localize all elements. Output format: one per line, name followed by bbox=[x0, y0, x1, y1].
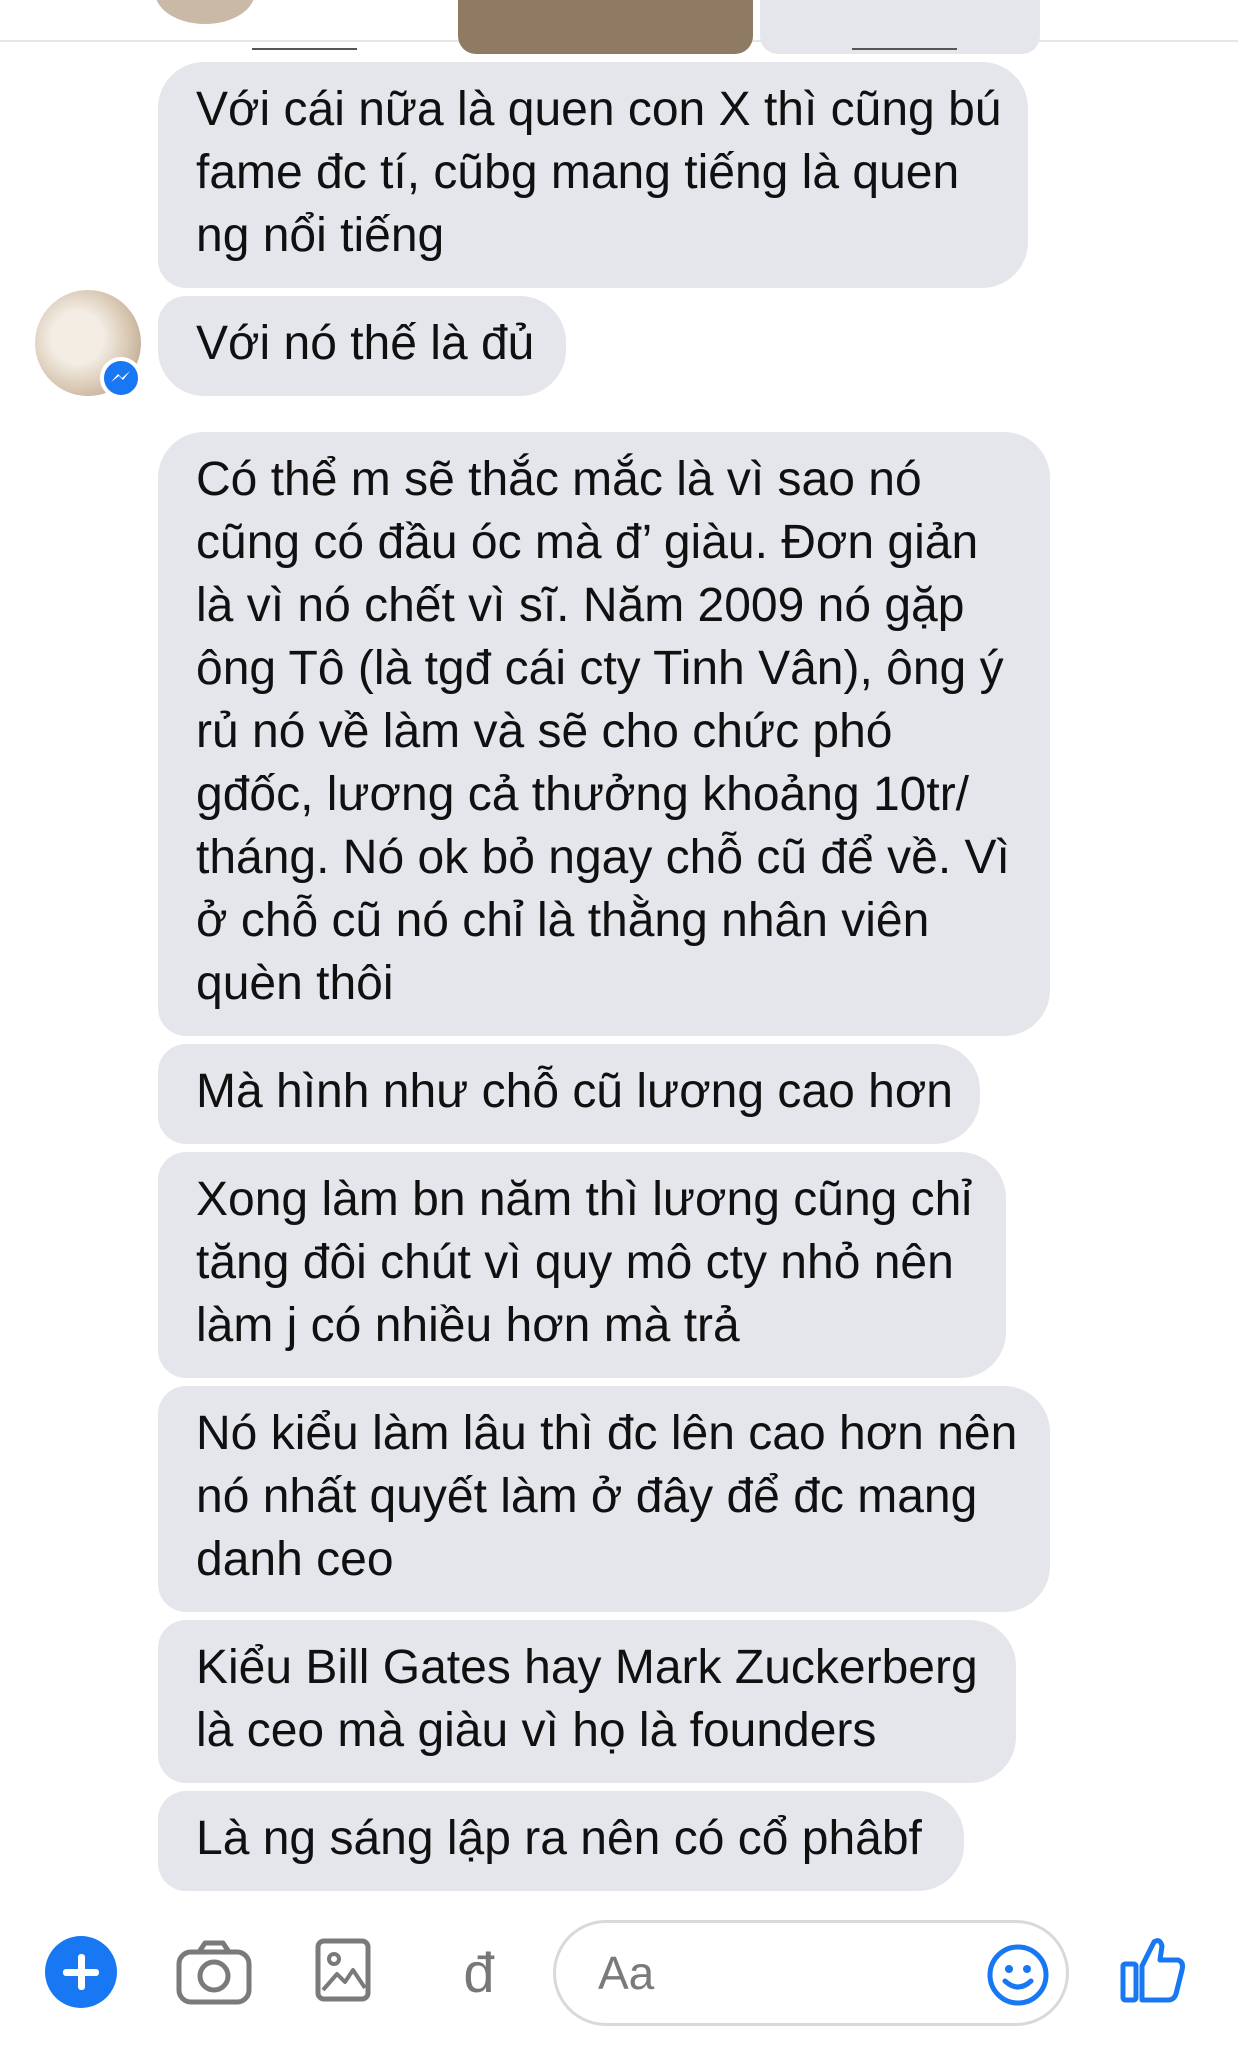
message-bubble[interactable]: Có thể m sẽ thắc mắc là vì sao nó cũng c… bbox=[158, 432, 1050, 1036]
message-bubble[interactable]: Với nó thế là đủ bbox=[158, 296, 566, 396]
message-line: Nó kiểu làm lâu thì đc lên cao hơn nên bbox=[196, 1407, 1018, 1460]
message-line: làm j có nhiều hơn mà trả bbox=[196, 1299, 740, 1352]
message-line: Với nó thế là đủ bbox=[196, 317, 535, 370]
message-bubble[interactable]: Là ng sáng lập ra nên có cổ phâbf bbox=[158, 1791, 964, 1891]
message-line: nó nhất quyết làm ở đây để đc mang bbox=[196, 1470, 978, 1523]
divider bbox=[252, 48, 357, 50]
gallery-icon[interactable] bbox=[315, 1938, 371, 2002]
message-line: tăng đôi chút vì quy mô cty nhỏ nên bbox=[196, 1236, 954, 1289]
message-line: quèn thôi bbox=[196, 957, 394, 1010]
input-placeholder: Aa bbox=[598, 1947, 655, 1999]
message-line: Kiểu Bill Gates hay Mark Zuckerberg bbox=[196, 1641, 978, 1694]
message-line: ở chỗ cũ nó chỉ là thằng nhân viên bbox=[196, 894, 930, 947]
message-bubble[interactable]: Xong làm bn năm thì lương cũng chỉ tăng … bbox=[158, 1152, 1006, 1378]
message-line: ông Tô (là tgđ cái cty Tinh Vân), ông ý bbox=[196, 642, 1004, 695]
message-bubble[interactable]: Kiểu Bill Gates hay Mark Zuckerberg là c… bbox=[158, 1620, 1016, 1783]
message-line: tháng. Nó ok bỏ ngay chỗ cũ để về. Vì bbox=[196, 831, 1010, 884]
emoji-icon[interactable] bbox=[986, 1943, 1050, 2007]
message-line: cũng có đầu óc mà đ’ giàu. Đơn giản bbox=[196, 516, 979, 569]
message-bubble[interactable]: Với cái nữa là quen con X thì cũng bú fa… bbox=[158, 62, 1028, 288]
message-input[interactable]: Aa bbox=[553, 1920, 1069, 2026]
message-line: fame đc tí, cũbg mang tiếng là quen bbox=[196, 146, 960, 199]
message-line: Với cái nữa là quen con X thì cũng bú bbox=[196, 83, 1002, 136]
divider bbox=[852, 48, 957, 50]
message-bubble[interactable]: Nó kiểu làm lâu thì đc lên cao hơn nên n… bbox=[158, 1386, 1050, 1612]
message-line: Mà hình như chỗ cũ lương cao hơn bbox=[196, 1065, 953, 1118]
message-line: danh ceo bbox=[196, 1533, 394, 1586]
plus-icon[interactable] bbox=[45, 1936, 117, 2008]
dd-key-icon[interactable]: đ bbox=[454, 1936, 504, 2010]
message-bubble[interactable]: Mà hình như chỗ cũ lương cao hơn bbox=[158, 1044, 980, 1144]
message-line: là ceo mà giàu vì họ là founders bbox=[196, 1704, 877, 1757]
message-line: Là ng sáng lập ra nên có cổ phâbf bbox=[196, 1812, 922, 1865]
message-line: Có thể m sẽ thắc mắc là vì sao nó bbox=[196, 453, 922, 506]
attachment-thumbnail[interactable] bbox=[458, 0, 753, 54]
camera-icon[interactable] bbox=[175, 1938, 253, 2006]
previous-message-strip bbox=[0, 0, 1238, 54]
previous-avatar bbox=[155, 0, 255, 24]
compose-bar: đ Aa bbox=[0, 1900, 1238, 2048]
message-line: gđốc, lương cả thưởng khoảng 10tr/ bbox=[196, 768, 970, 821]
message-line: là vì nó chết vì sĩ. Năm 2009 nó gặp bbox=[196, 579, 965, 632]
message-line: Xong làm bn năm thì lương cũng chỉ bbox=[196, 1173, 973, 1226]
messenger-icon bbox=[100, 357, 142, 399]
thumbs-up-icon[interactable] bbox=[1120, 1934, 1188, 2004]
attachment-thumbnail[interactable] bbox=[760, 0, 1040, 54]
message-line: ng nổi tiếng bbox=[196, 209, 445, 262]
message-line: rủ nó về làm và sẽ cho chức phó bbox=[196, 705, 893, 758]
